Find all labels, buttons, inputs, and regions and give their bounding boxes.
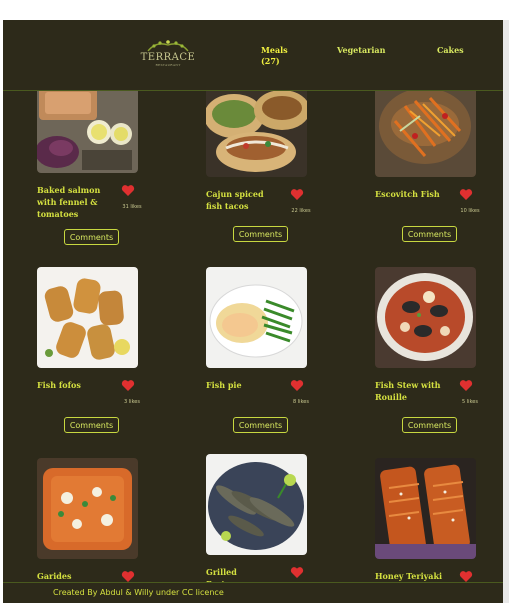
laurel-icon [147,40,189,52]
likes-count: 22 likes [291,208,311,214]
likes-count: 8 likes [293,399,309,405]
meal-name: Fish pie [206,380,242,390]
comments-button[interactable]: Comments [402,417,457,433]
nav-vegetarian[interactable]: Vegetarian [337,45,385,56]
meal-name: Escovitch Fish [375,189,440,199]
comments-button[interactable]: Comments [233,417,288,433]
meal-photo[interactable] [206,76,307,177]
comments-button[interactable]: Comments [64,417,119,433]
meal-name: Garides [37,571,72,581]
meal-name: Fish fofos [37,380,81,390]
heart-icon[interactable] [290,566,304,579]
meal-photo[interactable] [375,267,476,368]
heart-icon[interactable] [290,379,304,392]
nav-cakes[interactable]: Cakes [437,45,464,56]
comments-button[interactable]: Comments [64,229,119,245]
terrace-logo[interactable]: TERRACE RESTAURANT [136,38,200,72]
meal-photo[interactable] [206,267,307,368]
app-frame: Baked salmon with fennel & tomatoes 31 l… [3,20,503,603]
meal-name: Baked salmon with fennel & tomatoes [37,185,101,219]
heart-icon[interactable] [459,188,473,201]
comments-button[interactable]: Comments [402,226,457,242]
logo-wordmark: TERRACE [140,52,196,63]
logo-subtitle: RESTAURANT [155,63,181,67]
comments-button[interactable]: Comments [233,226,288,242]
page-scrollbar[interactable] [503,20,509,603]
meal-name: Honey Teriyaki [375,571,443,581]
meals-grid: Baked salmon with fennel & tomatoes 31 l… [3,20,503,603]
heart-icon[interactable] [121,379,135,392]
likes-count: 5 likes [462,399,478,405]
footer-credit: Created By Abdul & Willy under CC licenc… [53,588,224,597]
meal-photo[interactable] [37,458,138,559]
meal-photo[interactable] [375,76,476,177]
heart-icon[interactable] [290,188,304,201]
site-header: TERRACE RESTAURANT Meals (27) Vegetarian… [3,20,503,91]
meal-photo[interactable] [375,458,476,559]
likes-count: 3 likes [124,399,140,405]
meal-name: Fish Stew with Rouille [375,380,441,402]
likes-count: 10 likes [460,208,480,214]
heart-icon[interactable] [459,379,473,392]
meal-name: Cajun spiced fish tacos [206,189,264,211]
heart-icon[interactable] [121,184,135,197]
meal-photo[interactable] [37,267,138,368]
likes-count: 31 likes [122,204,142,210]
meal-photo[interactable] [206,454,307,555]
site-footer: Created By Abdul & Willy under CC licenc… [3,582,503,603]
nav-meals-count: (27) [261,56,280,66]
nav-meals-label: Meals [261,45,288,55]
nav-meals[interactable]: Meals (27) [261,45,288,67]
